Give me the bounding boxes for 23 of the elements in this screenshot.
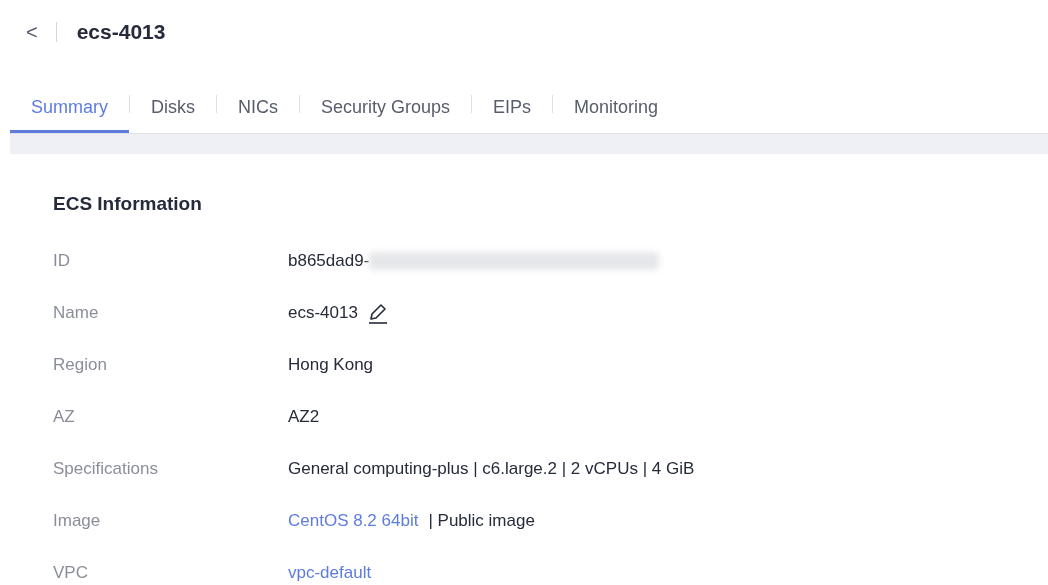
field-label: ID <box>53 249 71 272</box>
vpc-link[interactable]: vpc-default <box>288 559 372 585</box>
field-label: Name <box>53 301 100 324</box>
page-title: ecs-4013 <box>76 19 166 46</box>
field-value: Hong Kong <box>288 353 374 376</box>
image-link[interactable]: CentOS 8.2 64bit <box>288 507 419 534</box>
field-value: AZ2 <box>288 405 320 428</box>
name-value: ecs-4013 <box>288 301 358 324</box>
tab[interactable]: EIPs <box>472 88 553 133</box>
tab[interactable]: Disks <box>130 88 216 133</box>
field-label: AZ <box>53 405 76 428</box>
tab[interactable]: Security Groups <box>300 88 472 133</box>
field-value: General computing-plus | c6.large.2 | 2 vCPUs | 4 GiB <box>288 457 695 480</box>
image-type: | Public image <box>428 509 535 532</box>
field-label: Image <box>53 509 102 532</box>
tab[interactable]: Monitoring <box>553 88 680 133</box>
id-value: b865dad9- <box>288 249 370 272</box>
field-label: VPC <box>53 561 89 584</box>
tab[interactable]: NICs <box>217 88 299 133</box>
back-button[interactable]: < <box>26 22 38 42</box>
field-label: Specifications <box>53 457 159 480</box>
field-label: Region <box>53 353 108 376</box>
section-title: ECS Information <box>53 192 203 216</box>
